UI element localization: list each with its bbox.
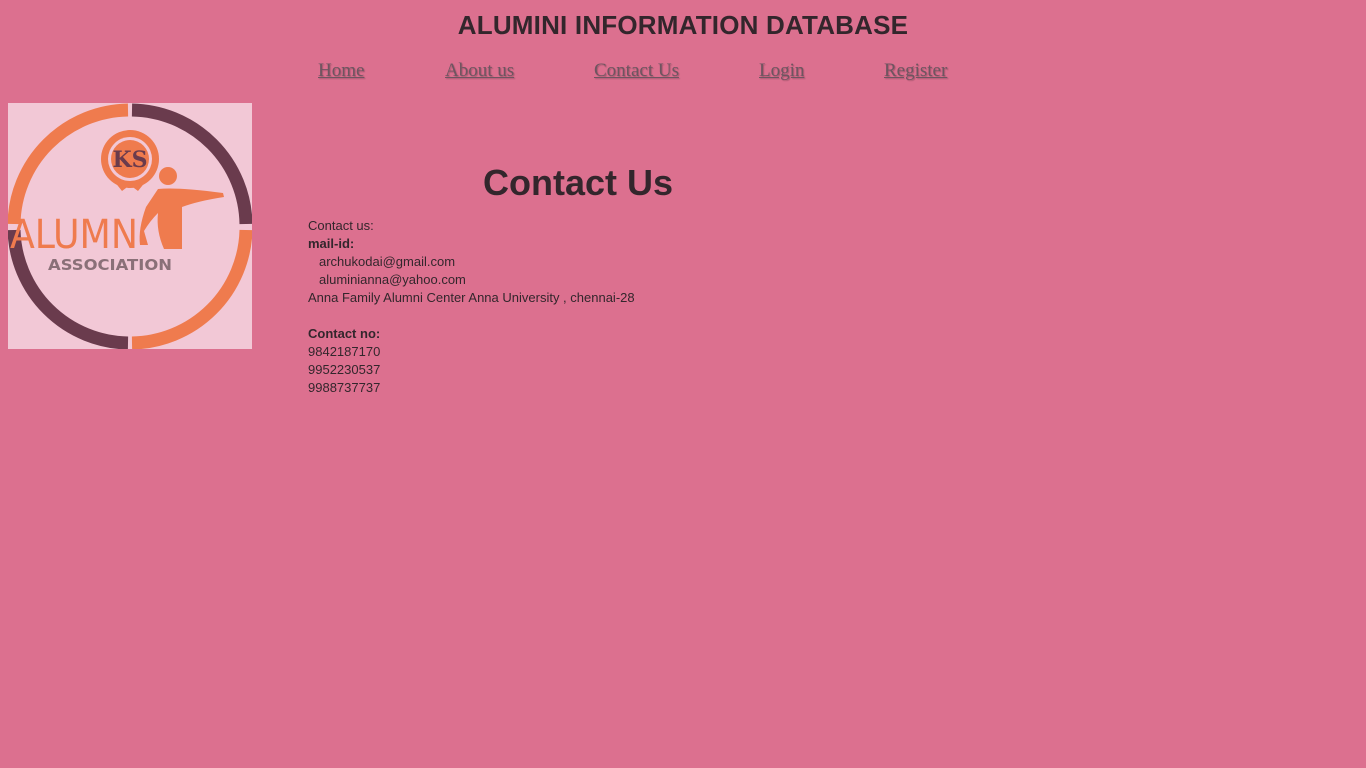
- phone-item: 9842187170: [308, 344, 381, 359]
- svg-text:ASSOCIATION: ASSOCIATION: [48, 256, 172, 274]
- person-figure-icon: [139, 167, 224, 249]
- svg-text:KS: KS: [112, 147, 147, 173]
- email-item: aluminianna@yahoo.com: [319, 272, 466, 287]
- nav-home-link[interactable]: Home: [318, 60, 364, 82]
- contact-label: Contact us:: [308, 218, 374, 233]
- ring-arc-bottom-right: [131, 229, 252, 349]
- logo-graphic: KS ALUMN ASSOCIATION: [8, 103, 252, 349]
- phone-item: 9952230537: [308, 362, 381, 377]
- main-nav: Home About us Contact Us Login Register: [0, 60, 1366, 88]
- nav-contact-link[interactable]: Contact Us: [594, 60, 679, 82]
- contact-info: Contact us: mail-id: archukodai@gmail.co…: [308, 217, 635, 397]
- page-heading: Contact Us: [482, 162, 674, 203]
- phone-label: Contact no:: [308, 326, 381, 341]
- nav-about-link[interactable]: About us: [445, 60, 514, 82]
- address-text: Anna Family Alumni Center Anna Universit…: [308, 290, 635, 305]
- nav-login-link[interactable]: Login: [759, 60, 804, 82]
- phone-item: 9988737737: [308, 380, 381, 395]
- emblem-icon: KS: [101, 130, 159, 191]
- nav-register-link[interactable]: Register: [884, 60, 947, 82]
- svg-text:ALUMN: ALUMN: [10, 212, 138, 258]
- alumni-association-logo: KS ALUMN ASSOCIATION: [8, 103, 252, 349]
- site-title: ALUMINI INFORMATION DATABASE: [457, 10, 909, 40]
- mail-label: mail-id:: [308, 236, 355, 251]
- email-item: archukodai@gmail.com: [319, 254, 456, 269]
